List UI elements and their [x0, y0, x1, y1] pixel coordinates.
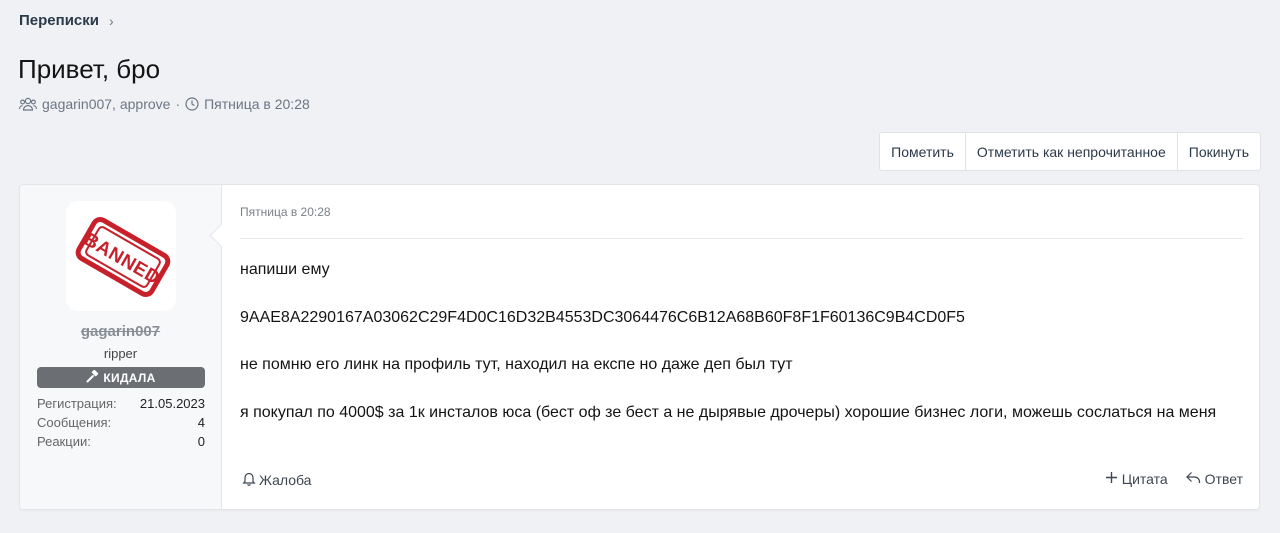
stat-row: Сообщения: 4	[37, 413, 205, 432]
conversation-date: Пятница в 20:28	[204, 96, 310, 112]
conversation-actions: Пометить Отметить как непрочитанное Поки…	[879, 132, 1261, 171]
user-title: ripper	[103, 346, 138, 361]
participants[interactable]: gagarin007, approve	[42, 96, 170, 112]
mark-button[interactable]: Пометить	[880, 133, 966, 170]
users-icon	[19, 97, 37, 111]
message-paragraph: я покупал по 4000$ за 1к инсталов юса (б…	[240, 403, 1217, 421]
hammer-icon	[86, 369, 99, 386]
bell-icon	[242, 471, 256, 489]
message-actions: Цитата Ответ	[1105, 471, 1243, 487]
conversation-meta: gagarin007, approve · Пятница в 20:28	[19, 96, 310, 112]
banner-label: КИДАЛА	[103, 370, 156, 385]
clock-icon	[185, 97, 199, 111]
stat-row: Реакции: 0	[37, 432, 205, 451]
divider	[240, 238, 1243, 239]
page-title: Привет, бро	[18, 54, 161, 84]
stat-value: 21.05.2023	[139, 396, 205, 411]
plus-icon	[1105, 471, 1118, 487]
meta-separator: ·	[175, 96, 181, 112]
report-button[interactable]: Жалоба	[242, 471, 311, 489]
stat-label: Реакции:	[37, 434, 91, 449]
stat-label: Регистрация:	[37, 396, 117, 411]
chevron-right-icon: ›	[108, 12, 114, 29]
leave-button[interactable]: Покинуть	[1178, 133, 1260, 170]
message-date[interactable]: Пятница в 20:28	[240, 205, 331, 219]
username[interactable]: gagarin007	[20, 323, 221, 340]
message-post: BANNED gagarin007 ripper КИДАЛА Регистра…	[19, 184, 1260, 510]
avatar[interactable]: BANNED	[66, 201, 176, 311]
mark-unread-button[interactable]: Отметить как непрочитанное	[966, 133, 1178, 170]
message-content: Пятница в 20:28 напиши ему 9AAE8A2290167…	[222, 185, 1259, 509]
report-label[interactable]: Жалоба	[259, 472, 311, 488]
quote-label[interactable]: Цитата	[1122, 471, 1168, 487]
stat-value: 0	[197, 434, 205, 449]
reply-icon	[1185, 471, 1201, 487]
message-paragraph: не помню его линк на профиль тут, находи…	[240, 356, 793, 373]
user-panel: BANNED gagarin007 ripper КИДАЛА Регистра…	[20, 185, 222, 509]
message-paragraph: напиши ему	[240, 261, 330, 278]
breadcrumb-label[interactable]: Переписки	[19, 12, 99, 29]
reply-label[interactable]: Ответ	[1205, 471, 1243, 487]
user-stats: Регистрация: 21.05.2023 Сообщения: 4 Реа…	[37, 394, 205, 451]
stat-row: Регистрация: 21.05.2023	[37, 394, 205, 413]
breadcrumb[interactable]: Переписки ›	[19, 12, 114, 29]
reply-button[interactable]: Ответ	[1185, 471, 1243, 487]
stat-value: 4	[197, 415, 205, 430]
quote-button[interactable]: Цитата	[1105, 471, 1168, 487]
message-body: напиши ему 9AAE8A2290167A03062C29F4D0C16…	[240, 258, 1239, 425]
message-paragraph: 9AAE8A2290167A03062C29F4D0C16D32B4553DC3…	[240, 308, 965, 326]
user-banner: КИДАЛА	[37, 367, 205, 388]
stat-label: Сообщения:	[37, 415, 112, 430]
